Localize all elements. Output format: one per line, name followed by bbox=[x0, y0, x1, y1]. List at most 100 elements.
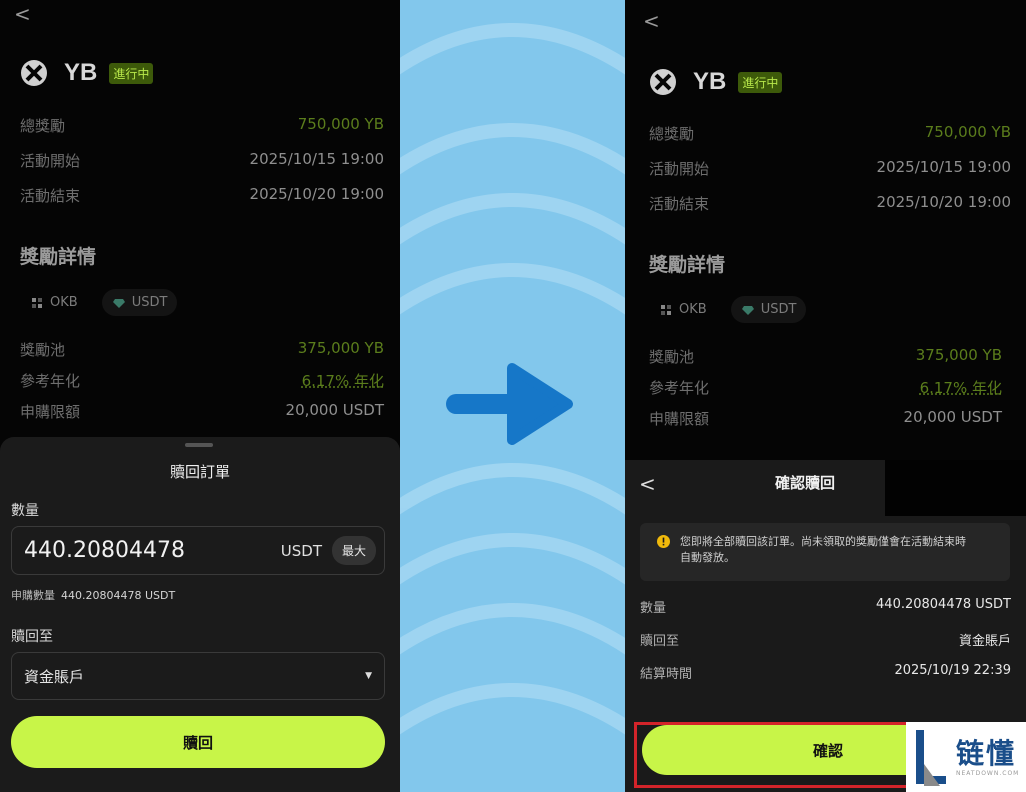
limit-label: 申購限額 bbox=[649, 410, 710, 428]
notice-line-2: 自動發放。 bbox=[680, 551, 735, 564]
chevron-left-icon[interactable]: < bbox=[14, 2, 31, 26]
back-button[interactable]: < bbox=[14, 2, 31, 26]
chevron-left-icon[interactable]: < bbox=[639, 472, 656, 496]
start-row: 活動開始 2025/10/15 19:00 bbox=[20, 150, 384, 171]
notice-line-1: 您即將全部贖回該訂單。尚未領取的獎勵僅會在活動結束時 bbox=[680, 535, 966, 548]
quantity-input[interactable]: 440.20804478 USDT 最大 bbox=[11, 526, 385, 575]
start-row: 活動開始 2025/10/15 19:00 bbox=[649, 158, 1011, 179]
apr-value[interactable]: 6.17% 年化 bbox=[302, 370, 384, 391]
pool-label: 獎勵池 bbox=[20, 341, 66, 359]
total-reward-value: 750,000 YB bbox=[297, 115, 384, 133]
redeem-button[interactable]: 贖回 bbox=[11, 716, 385, 768]
tab-okb[interactable]: OKB bbox=[649, 296, 717, 323]
arrow-right-icon bbox=[446, 363, 573, 445]
limit-row: 申購限額 20,000 USDT bbox=[649, 408, 1002, 429]
tab-okb-label: OKB bbox=[50, 295, 78, 310]
start-value: 2025/10/15 19:00 bbox=[876, 158, 1011, 176]
usdt-icon bbox=[741, 305, 754, 315]
sheet-drag-handle[interactable] bbox=[185, 443, 213, 447]
redeem-to-value: 資金賬戶 bbox=[24, 667, 85, 686]
end-row: 活動結束 2025/10/20 19:00 bbox=[649, 193, 1011, 214]
tab-usdt-label: USDT bbox=[760, 302, 797, 317]
pool-value: 375,000 YB bbox=[915, 346, 1002, 364]
redeem-order-screen: < YB 進行中 總獎勵 750,000 YB 活動開始 2025/10/15 … bbox=[0, 0, 400, 792]
watermark-logo: 链懂 NEATDOWN.COM bbox=[906, 722, 1026, 792]
caret-down-icon: ▼ bbox=[365, 671, 372, 681]
limit-value: 20,000 USDT bbox=[903, 408, 1002, 426]
tab-usdt[interactable]: USDT bbox=[730, 296, 807, 323]
confirm-redeem-to-label: 贖回至 bbox=[640, 634, 680, 649]
end-label: 活動結束 bbox=[649, 195, 710, 213]
max-button[interactable]: 最大 bbox=[331, 536, 376, 565]
apr-label: 參考年化 bbox=[20, 372, 81, 390]
back-button[interactable]: < bbox=[643, 9, 660, 33]
yb-coin-icon bbox=[21, 60, 47, 86]
brand-name-en: NEATDOWN.COM bbox=[956, 769, 1020, 777]
redeem-notice: 您即將全部贖回該訂單。尚未領取的獎勵僅會在活動結束時 自動發放。 bbox=[640, 523, 1010, 581]
end-value: 2025/10/20 19:00 bbox=[249, 185, 384, 203]
settle-time-row: 結算時間 2025/10/19 22:39 bbox=[640, 663, 1011, 682]
reward-details-title: 獎勵詳情 bbox=[649, 254, 726, 276]
start-label: 活動開始 bbox=[20, 152, 81, 170]
tab-okb[interactable]: OKB bbox=[20, 289, 88, 316]
confirm-redeem-to-value: 資金賬戶 bbox=[958, 634, 1011, 649]
coin-header: YB 進行中 bbox=[649, 68, 783, 96]
pool-value: 375,000 YB bbox=[297, 339, 384, 357]
reward-details-title: 獎勵詳情 bbox=[20, 246, 97, 268]
coin-name: YB bbox=[64, 59, 98, 86]
redeem-to-label: 贖回至 bbox=[11, 629, 53, 645]
transition-separator bbox=[400, 0, 625, 792]
coin-header: YB 進行中 bbox=[20, 59, 154, 87]
settle-time-value: 2025/10/19 22:39 bbox=[894, 663, 1011, 678]
end-row: 活動結束 2025/10/20 19:00 bbox=[20, 185, 384, 206]
sheet-title: 贖回訂單 bbox=[169, 463, 230, 481]
pool-label: 獎勵池 bbox=[649, 348, 695, 366]
dialog-back-button[interactable]: < bbox=[639, 472, 656, 496]
apr-row: 參考年化 6.17% 年化 bbox=[649, 377, 1002, 398]
limit-label: 申購限額 bbox=[20, 403, 81, 421]
start-value: 2025/10/15 19:00 bbox=[249, 150, 384, 168]
confirm-quantity-row: 數量 440.20804478 USDT bbox=[640, 597, 1011, 616]
coin-name: YB bbox=[693, 68, 727, 95]
total-reward-row: 總獎勵 750,000 YB bbox=[649, 123, 1011, 144]
dialog-overlay-corner bbox=[885, 460, 1026, 516]
subscribed-label: 申購數量 bbox=[11, 589, 55, 602]
start-label: 活動開始 bbox=[649, 160, 710, 178]
tab-usdt[interactable]: USDT bbox=[101, 289, 178, 316]
subscribed-amount: 申購數量 440.20804478 USDT bbox=[11, 587, 175, 603]
tab-okb-label: OKB bbox=[679, 302, 707, 317]
quantity-value[interactable]: 440.20804478 bbox=[24, 538, 281, 563]
yb-coin-icon bbox=[650, 69, 676, 95]
okb-icon bbox=[32, 297, 42, 308]
end-value: 2025/10/20 19:00 bbox=[876, 193, 1011, 211]
confirm-quantity-value: 440.20804478 USDT bbox=[876, 597, 1011, 612]
chevron-left-icon[interactable]: < bbox=[643, 9, 660, 33]
wave-pattern bbox=[400, 23, 625, 735]
quantity-label: 數量 bbox=[11, 503, 39, 519]
asset-tabs: OKB USDT bbox=[20, 289, 178, 316]
pool-row: 獎勵池 375,000 YB bbox=[20, 339, 384, 360]
quantity-unit: USDT bbox=[280, 541, 322, 560]
redeem-sheet: 贖回訂單 數量 440.20804478 USDT 最大 申購數量 440.208… bbox=[0, 437, 400, 792]
confirm-redeem-to-row: 贖回至 資金賬戶 bbox=[640, 630, 1011, 649]
limit-row: 申購限額 20,000 USDT bbox=[20, 401, 384, 422]
confirm-quantity-label: 數量 bbox=[640, 601, 667, 616]
apr-label: 參考年化 bbox=[649, 379, 710, 397]
apr-row: 參考年化 6.17% 年化 bbox=[20, 370, 384, 391]
redeem-to-select[interactable]: 資金賬戶 ▼ bbox=[11, 652, 385, 700]
brand-name-cn: 链懂 bbox=[956, 736, 1017, 770]
usdt-icon bbox=[112, 298, 125, 308]
okb-icon bbox=[661, 304, 671, 315]
tab-usdt-label: USDT bbox=[131, 295, 168, 310]
pool-row: 獎勵池 375,000 YB bbox=[649, 346, 1002, 367]
status-badge: 進行中 bbox=[738, 71, 783, 93]
dialog-title: 確認贖回 bbox=[775, 474, 836, 492]
total-reward-label: 總獎勵 bbox=[649, 125, 695, 143]
end-label: 活動結束 bbox=[20, 187, 81, 205]
total-reward-row: 總獎勵 750,000 YB bbox=[20, 115, 384, 136]
apr-value[interactable]: 6.17% 年化 bbox=[920, 377, 1002, 398]
warning-icon bbox=[657, 535, 670, 548]
total-reward-label: 總獎勵 bbox=[20, 117, 66, 135]
limit-value: 20,000 USDT bbox=[285, 401, 384, 419]
confirm-redeem-screen: < YB 進行中 總獎勵 750,000 YB 活動開始 2025/10/15 … bbox=[625, 0, 1026, 792]
